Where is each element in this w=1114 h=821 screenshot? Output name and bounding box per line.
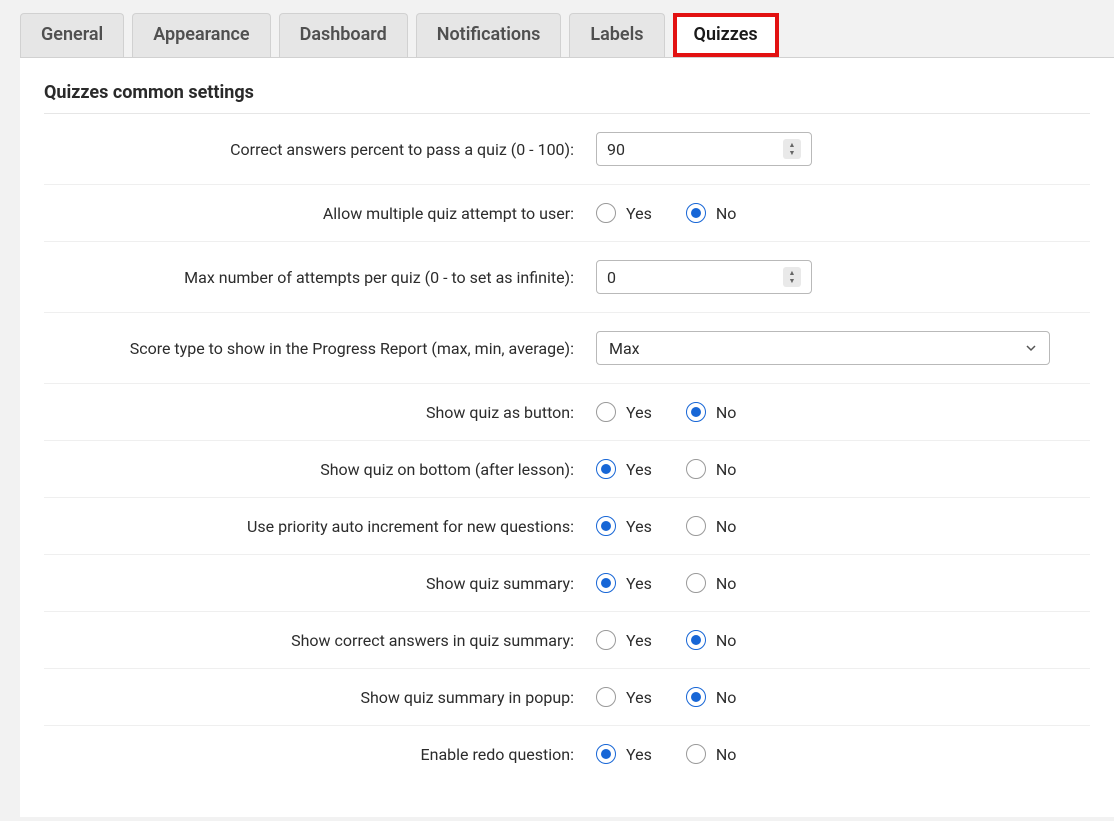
label-priority-auto: Use priority auto increment for new ques… bbox=[44, 517, 574, 536]
label-max-attempts: Max number of attempts per quiz (0 - to … bbox=[44, 268, 574, 287]
radio-label: No bbox=[716, 517, 737, 536]
label-enable-redo: Enable redo question: bbox=[44, 745, 574, 764]
radio-icon bbox=[596, 203, 616, 223]
select-score-type[interactable]: Max bbox=[596, 331, 1050, 365]
row-max-attempts: Max number of attempts per quiz (0 - to … bbox=[44, 242, 1090, 313]
radio-show-as-button-yes[interactable]: Yes bbox=[596, 402, 652, 422]
radio-icon bbox=[596, 516, 616, 536]
row-pass-percent: Correct answers percent to pass a quiz (… bbox=[44, 114, 1090, 185]
select-value: Max bbox=[609, 339, 640, 358]
row-allow-multiple: Allow multiple quiz attempt to user: Yes… bbox=[44, 185, 1090, 242]
radio-icon bbox=[596, 687, 616, 707]
radio-priority-auto-yes[interactable]: Yes bbox=[596, 516, 652, 536]
radio-label: Yes bbox=[626, 460, 652, 479]
label-show-bottom: Show quiz on bottom (after lesson): bbox=[44, 460, 574, 479]
radio-show-summary-popup-yes[interactable]: Yes bbox=[596, 687, 652, 707]
radio-label: Yes bbox=[626, 745, 652, 764]
radio-icon bbox=[686, 516, 706, 536]
radio-icon bbox=[596, 402, 616, 422]
row-show-correct-summary: Show correct answers in quiz summary: Ye… bbox=[44, 612, 1090, 669]
radio-show-bottom-yes[interactable]: Yes bbox=[596, 459, 652, 479]
radio-label: Yes bbox=[626, 403, 652, 422]
radio-label: No bbox=[716, 688, 737, 707]
tab-label: Appearance bbox=[153, 24, 249, 45]
radio-label: No bbox=[716, 460, 737, 479]
label-show-correct-summary: Show correct answers in quiz summary: bbox=[44, 631, 574, 650]
radio-allow-multiple-no[interactable]: No bbox=[686, 203, 737, 223]
radio-icon bbox=[686, 630, 706, 650]
input-value: 0 bbox=[607, 268, 616, 287]
radio-icon bbox=[596, 744, 616, 764]
label-allow-multiple: Allow multiple quiz attempt to user: bbox=[44, 204, 574, 223]
tab-general[interactable]: General bbox=[20, 13, 124, 57]
label-score-type: Score type to show in the Progress Repor… bbox=[44, 339, 574, 358]
tab-appearance[interactable]: Appearance bbox=[132, 13, 270, 57]
tab-label: Dashboard bbox=[300, 24, 387, 45]
spinner-icon[interactable]: ▲▼ bbox=[783, 267, 801, 287]
section-title: Quizzes common settings bbox=[44, 82, 1090, 114]
label-show-as-button: Show quiz as button: bbox=[44, 403, 574, 422]
radio-show-bottom-no[interactable]: No bbox=[686, 459, 737, 479]
radio-show-as-button-no[interactable]: No bbox=[686, 402, 737, 422]
row-show-as-button: Show quiz as button: Yes No bbox=[44, 384, 1090, 441]
radio-label: Yes bbox=[626, 688, 652, 707]
radio-icon bbox=[596, 459, 616, 479]
tab-labels[interactable]: Labels bbox=[569, 13, 664, 57]
radio-icon bbox=[686, 573, 706, 593]
radio-label: Yes bbox=[626, 574, 652, 593]
radio-show-correct-summary-no[interactable]: No bbox=[686, 630, 737, 650]
spinner-icon[interactable]: ▲▼ bbox=[783, 139, 801, 159]
radio-enable-redo-yes[interactable]: Yes bbox=[596, 744, 652, 764]
radio-label: No bbox=[716, 745, 737, 764]
radio-icon bbox=[686, 687, 706, 707]
tab-quizzes[interactable]: Quizzes bbox=[673, 13, 779, 57]
label-pass-percent: Correct answers percent to pass a quiz (… bbox=[44, 140, 574, 159]
tab-label: General bbox=[41, 24, 103, 45]
tab-label: Quizzes bbox=[694, 24, 758, 45]
radio-label: Yes bbox=[626, 204, 652, 223]
row-show-summary-popup: Show quiz summary in popup: Yes No bbox=[44, 669, 1090, 726]
radio-allow-multiple-yes[interactable]: Yes bbox=[596, 203, 652, 223]
radio-icon bbox=[686, 402, 706, 422]
radio-show-summary-popup-no[interactable]: No bbox=[686, 687, 737, 707]
row-enable-redo: Enable redo question: Yes No bbox=[44, 726, 1090, 782]
label-show-summary-popup: Show quiz summary in popup: bbox=[44, 688, 574, 707]
radio-label: No bbox=[716, 574, 737, 593]
tab-label: Labels bbox=[590, 24, 643, 45]
radio-label: No bbox=[716, 204, 737, 223]
radio-enable-redo-no[interactable]: No bbox=[686, 744, 737, 764]
row-score-type: Score type to show in the Progress Repor… bbox=[44, 313, 1090, 384]
radio-label: No bbox=[716, 631, 737, 650]
tab-dashboard[interactable]: Dashboard bbox=[279, 13, 408, 57]
settings-content: Quizzes common settings Correct answers … bbox=[20, 57, 1114, 817]
input-max-attempts[interactable]: 0 ▲▼ bbox=[596, 260, 812, 294]
row-priority-auto: Use priority auto increment for new ques… bbox=[44, 498, 1090, 555]
radio-label: Yes bbox=[626, 517, 652, 536]
row-show-bottom: Show quiz on bottom (after lesson): Yes … bbox=[44, 441, 1090, 498]
chevron-down-icon bbox=[1025, 342, 1037, 354]
radio-icon bbox=[686, 459, 706, 479]
tab-notifications[interactable]: Notifications bbox=[416, 13, 562, 57]
radio-show-correct-summary-yes[interactable]: Yes bbox=[596, 630, 652, 650]
radio-show-summary-no[interactable]: No bbox=[686, 573, 737, 593]
tab-bar: General Appearance Dashboard Notificatio… bbox=[0, 0, 1114, 57]
radio-icon bbox=[596, 573, 616, 593]
radio-icon bbox=[686, 744, 706, 764]
label-show-summary: Show quiz summary: bbox=[44, 574, 574, 593]
input-value: 90 bbox=[607, 140, 625, 159]
input-pass-percent[interactable]: 90 ▲▼ bbox=[596, 132, 812, 166]
radio-icon bbox=[686, 203, 706, 223]
row-show-summary: Show quiz summary: Yes No bbox=[44, 555, 1090, 612]
radio-show-summary-yes[interactable]: Yes bbox=[596, 573, 652, 593]
radio-label: Yes bbox=[626, 631, 652, 650]
tab-label: Notifications bbox=[437, 24, 541, 45]
radio-icon bbox=[596, 630, 616, 650]
radio-priority-auto-no[interactable]: No bbox=[686, 516, 737, 536]
radio-label: No bbox=[716, 403, 737, 422]
